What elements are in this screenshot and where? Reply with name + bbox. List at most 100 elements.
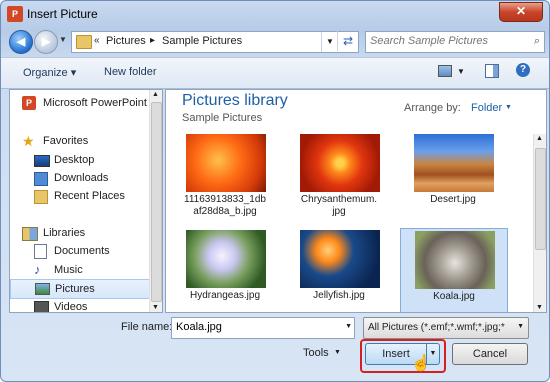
sidebar-item-label: Favorites [43,135,89,147]
powerpoint-icon: P [22,96,36,110]
navigation-bar: ◀ ▶ ▼ « Pictures ▸ Sample Pictures ▼ ⇄ ⌕ [1,29,549,55]
sidebar-item-favorites[interactable]: ★ Favorites [10,132,150,150]
file-item[interactable]: 11163913833_1db af28d8a_b.jpg [172,134,278,220]
file-name-label: File name: [121,321,173,333]
tools-dropdown-icon[interactable]: ▼ [334,349,341,356]
file-item[interactable]: Chrysanthemum. jpg [286,134,392,220]
search-icon[interactable]: ⌕ [534,35,540,48]
search-input[interactable] [366,32,524,50]
arrange-by-dropdown[interactable]: Folder [471,102,502,114]
desktop-icon [34,155,50,167]
library-subtitle: Sample Pictures [182,112,263,124]
sidebar-item-label: Recent Places [54,190,125,202]
sidebar-item-videos[interactable]: Videos [10,298,150,313]
organize-button[interactable]: Organize ▾ [23,66,76,79]
preview-pane-icon[interactable] [485,64,499,78]
file-type-filter[interactable]: All Pictures (*.emf;*.wmf;*.jpg;* ▼ [363,317,529,339]
file-name: Desert.jpg [430,194,476,205]
file-item[interactable]: Jellyfish.jpg [286,230,392,312]
insert-picture-dialog: P Insert Picture ✕ ◀ ▶ ▼ « Pictures ▸ Sa… [0,0,550,382]
change-view-icon[interactable] [438,65,452,77]
documents-icon [34,244,47,259]
sidebar-item-documents[interactable]: Documents [10,242,150,260]
refresh-icon[interactable]: ⇄ [337,31,358,51]
back-button[interactable]: ◀ [9,30,33,54]
file-name-input[interactable] [172,318,340,336]
library-title: Pictures library [182,92,288,109]
search-box[interactable]: ⌕ [365,31,545,53]
recent-places-icon [34,190,48,204]
sidebar-item-pictures[interactable]: Pictures [10,279,150,299]
sidebar-item-desktop[interactable]: Desktop [10,151,150,169]
sidebar-item-label: Downloads [54,172,109,184]
file-item[interactable]: Hydrangeas.jpg [172,230,278,312]
forward-button[interactable]: ▶ [34,30,58,54]
window-title: Insert Picture [27,7,98,21]
arrange-by-label: Arrange by: [404,102,461,114]
music-icon: ♪ [34,262,41,277]
breadcrumb-separator-icon[interactable]: ▸ [150,35,155,46]
help-icon[interactable]: ? [516,63,530,77]
scrollbar-thumb[interactable] [151,102,162,302]
file-item-selected[interactable]: Koala.jpg [400,228,508,312]
sidebar-item-label: Pictures [55,283,95,295]
breadcrumb-pictures[interactable]: Pictures [106,35,146,47]
star-icon: ★ [22,133,35,149]
sidebar-item-label: Music [54,264,83,276]
sidebar-item-label: Videos [54,301,88,313]
arrange-dropdown-icon[interactable]: ▼ [505,104,512,111]
koala-thumbnail [415,231,495,289]
organize-label: Organize [23,67,68,79]
sidebar-item-label: Desktop [54,154,95,166]
close-button[interactable]: ✕ [499,2,543,22]
sidebar-item-microsoft-powerpoint[interactable]: P Microsoft PowerPoint [10,94,150,112]
scroll-up-icon[interactable]: ▲ [152,91,159,98]
sidebar-item-recent-places[interactable]: Recent Places [10,187,150,205]
sidebar-item-downloads[interactable]: Downloads [10,169,150,187]
file-view-scrollbar[interactable]: ▲ ▼ [533,134,546,312]
view-dropdown-icon[interactable]: ▼ [457,67,465,76]
sidebar-item-libraries[interactable]: Libraries [10,224,150,242]
scroll-down-icon[interactable]: ▼ [152,304,159,311]
file-name-field[interactable]: ▼ [171,317,355,339]
chrysanthemum-thumbnail [300,134,380,192]
address-dropdown-icon[interactable]: ▼ [321,32,338,52]
title-bar: P Insert Picture ✕ [1,1,549,27]
pictures-icon [35,283,50,295]
breadcrumb-overflow-icon[interactable]: « [94,35,100,46]
tools-button[interactable]: Tools [303,347,329,359]
scrollbar-thumb[interactable] [535,148,546,250]
jellyfish-thumbnail [300,230,380,288]
downloads-icon [34,172,48,186]
folder-icon [76,35,92,49]
address-bar[interactable]: « Pictures ▸ Sample Pictures ▼ [71,31,359,53]
breadcrumb-sample-pictures[interactable]: Sample Pictures [162,35,242,47]
file-item[interactable]: Desert.jpg [400,134,506,220]
file-name: Jellyfish.jpg [313,290,365,301]
file-name: Hydrangeas.jpg [189,290,261,301]
sidebar-scrollbar[interactable]: ▲ ▼ [149,90,162,312]
powerpoint-icon: P [7,6,23,22]
recent-pages-dropdown-icon[interactable]: ▼ [59,35,67,44]
sidebar-item-music[interactable]: ♪ Music [10,261,150,279]
sidebar-item-label: Documents [54,245,110,257]
file-type-dropdown-icon[interactable]: ▼ [517,323,524,330]
hand-cursor-icon: ☝ [411,355,431,372]
file-name-dropdown-icon[interactable]: ▼ [345,323,352,330]
desert-thumbnail [414,134,494,192]
sidebar-item-label: Microsoft PowerPoint [43,97,147,109]
scroll-down-icon[interactable]: ▼ [536,304,543,311]
navigation-pane: P Microsoft PowerPoint ★ Favorites Deskt… [9,89,163,313]
file-name: Koala.jpg [433,291,475,302]
command-bar: Organize ▾ New folder ▼ ? [1,57,549,89]
sidebar-item-label: Libraries [43,227,86,239]
new-folder-button[interactable]: New folder [104,66,157,78]
file-type-filter-value: All Pictures (*.emf;*.wmf;*.jpg;* [368,322,505,333]
cancel-button[interactable]: Cancel [452,343,528,365]
videos-icon [34,301,49,312]
scroll-up-icon[interactable]: ▲ [536,135,543,142]
file-name: Chrysanthemum. jpg [300,194,378,217]
orange-flower-thumbnail [186,134,266,192]
hydrangeas-thumbnail [186,230,266,288]
libraries-icon [22,227,38,241]
